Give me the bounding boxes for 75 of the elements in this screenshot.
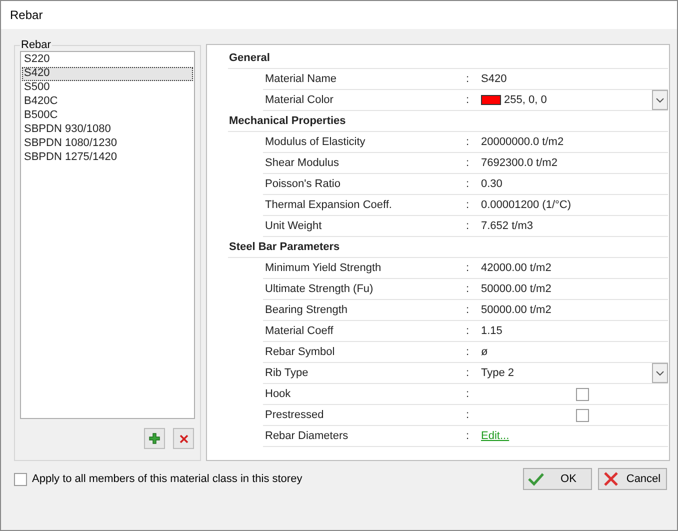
colon-separator: : [466,344,470,360]
property-label: Thermal Expansion Coeff. [264,198,393,213]
property-label: Prestressed [264,408,325,423]
colon-separator: : [466,134,470,150]
property-label: Poisson's Ratio [264,176,342,192]
property-value: 1.15 [481,324,502,339]
apply-checkbox[interactable] [14,472,27,486]
rebar-list-item[interactable]: B420C [22,95,193,109]
rebar-list-item[interactable]: B500C [22,109,193,123]
colon-separator: : [466,198,470,213]
colon-separator: : [466,72,470,87]
rebar-list-item[interactable]: S500 [22,81,193,95]
edit-link[interactable]: Edit... [481,428,510,444]
section-header: General [228,50,270,66]
colon-separator: : [466,324,470,339]
rebar-list-item[interactable]: S220 [22,53,193,67]
property-checkbox[interactable] [576,388,589,400]
chevron-down-icon [656,98,664,102]
property-label: Minimum Yield Strength [264,260,382,276]
add-button[interactable] [144,428,165,449]
property-value: ø [481,344,488,360]
property-checkbox[interactable] [576,408,589,422]
property-value: 50000.00 t/m2 [481,302,552,318]
colon-separator: : [466,176,470,192]
property-label: Rebar Diameters [264,428,350,444]
property-value: 0.00001200 (1/°C) [481,198,572,213]
chevron-down-icon [656,370,664,376]
property-label: Shear Modulus [264,156,340,171]
dropdown-button[interactable] [652,363,668,383]
property-label: Unit Weight [264,218,323,234]
rebar-list-item[interactable]: SBPDN 1080/1230 [22,137,193,151]
rebar-list-item[interactable]: SBPDN 1275/1420 [22,151,193,165]
property-label: Material Color [264,92,334,108]
property-label: Modulus of Elasticity [264,134,366,150]
property-value: 255, 0, 0 [504,92,547,108]
property-value: S420 [481,72,507,87]
colon-separator: : [466,92,470,108]
property-label: Rib Type [264,366,310,381]
plus-icon [149,433,160,444]
ok-button[interactable]: OK [523,468,592,490]
property-value: Type 2 [481,366,514,381]
colon-separator: : [466,408,470,423]
property-label: Rebar Symbol [264,344,336,360]
checkmark-icon [528,472,544,486]
dropdown-button[interactable] [652,90,668,110]
rebar-list-item[interactable]: SBPDN 930/1080 [22,123,193,137]
property-value: 50000.00 t/m2 [481,282,552,297]
colon-separator: : [466,260,470,276]
window-title: Rebar [10,7,43,24]
colon-separator: : [466,282,470,297]
colon-separator: : [466,366,470,381]
property-label: Material Name [264,72,338,87]
rebar-list-item[interactable]: S420 [22,67,193,81]
close-icon [603,472,619,486]
section-header: Mechanical Properties [228,114,346,129]
property-value: 20000000.0 t/m2 [481,134,564,150]
colon-separator: : [466,302,470,318]
property-label: Bearing Strength [264,302,349,318]
property-label: Hook [264,386,292,402]
property-value: 0.30 [481,176,502,192]
property-label: Material Coeff [264,324,334,339]
close-icon [178,434,188,444]
colon-separator: : [466,428,470,444]
checkbox-label: Apply to all members of this material class in this storey [32,472,302,487]
colon-separator: : [466,386,470,402]
section-header: Steel Bar Parameters [228,240,340,255]
colon-separator: : [466,156,470,171]
group-label: Rebar [20,40,52,51]
property-value: 7692300.0 t/m2 [481,156,558,171]
colon-separator: : [466,218,470,234]
cancel-button[interactable]: Cancel [598,468,667,490]
property-label: Ultimate Strength (Fu) [264,282,374,297]
property-value: 7.652 t/m3 [481,218,533,234]
property-value: 42000.00 t/m2 [481,260,552,276]
delete-button[interactable] [173,428,194,449]
